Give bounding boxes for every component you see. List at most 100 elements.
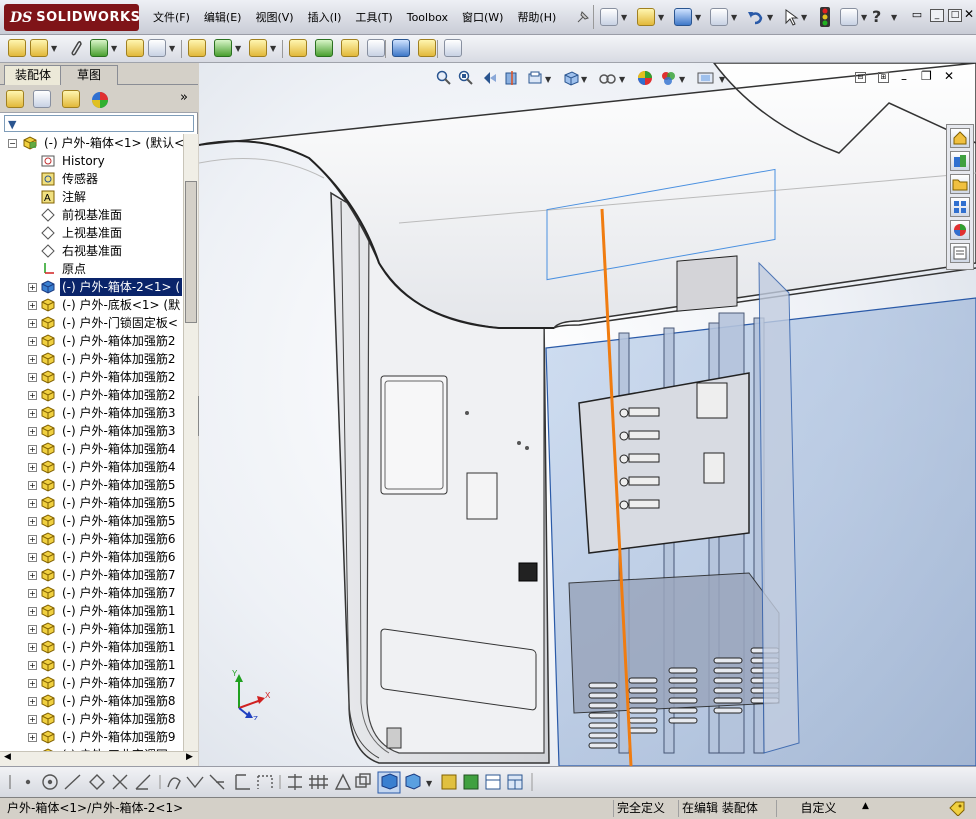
status-units[interactable]: 自定义 — [776, 800, 860, 817]
edit-appearance-icon[interactable] — [637, 70, 653, 86]
polygon-tool-icon[interactable] — [86, 771, 106, 793]
mate-paperclip-icon[interactable] — [66, 39, 84, 57]
component-properties-icon[interactable] — [440, 771, 458, 793]
expand-icon[interactable]: + — [28, 373, 37, 382]
viewport-tile-icon[interactable]: ⊞ — [878, 72, 889, 83]
shaded-display-icon[interactable] — [378, 771, 400, 793]
custom-properties-icon[interactable] — [950, 243, 970, 263]
rebuild-traffic-light-icon[interactable] — [818, 7, 832, 30]
menu-help[interactable]: 帮助(H) — [510, 10, 563, 26]
expand-icon[interactable]: + — [28, 535, 37, 544]
angle-tool-icon[interactable] — [134, 771, 154, 793]
new-motion-study-icon[interactable] — [289, 39, 307, 57]
viewport-restore-icon[interactable]: ❐ — [921, 69, 932, 83]
expand-icon[interactable]: + — [28, 301, 37, 310]
viewport-close-icon[interactable]: ✕ — [944, 69, 954, 83]
expand-icon[interactable]: + — [28, 625, 37, 634]
menu-tools[interactable]: 工具(T) — [348, 10, 399, 26]
zoom-to-fit-icon[interactable] — [436, 70, 452, 86]
expand-icon[interactable]: + — [28, 391, 37, 400]
spline-tool-icon[interactable] — [166, 771, 184, 793]
sketch-point-icon[interactable] — [20, 771, 36, 793]
smart-fasteners-icon[interactable] — [126, 39, 144, 57]
exploded-view-icon[interactable] — [341, 39, 359, 57]
save-icon[interactable] — [674, 8, 692, 26]
view-palette-icon[interactable] — [950, 197, 970, 217]
expand-icon[interactable]: + — [28, 517, 37, 526]
options-icon[interactable] — [840, 8, 858, 26]
trim-tool-icon[interactable] — [110, 771, 130, 793]
instant3d-icon[interactable] — [444, 39, 462, 57]
expand-icon[interactable]: + — [28, 427, 37, 436]
graphics-area[interactable]: ▼ ▼ ▼ ▼ ▼ ⊟ ⊞ – ❐ ✕ Y X Z — [199, 63, 976, 766]
assembly-tree-icon[interactable] — [462, 771, 480, 793]
close-icon[interactable]: ✕ — [963, 8, 975, 22]
expand-icon[interactable]: + — [28, 553, 37, 562]
expand-icon[interactable]: + — [28, 589, 37, 598]
maximize-icon[interactable]: □ — [948, 9, 962, 22]
solidworks-logo[interactable]: DS SOLIDWORKS — [4, 4, 140, 31]
grid-snap-icon[interactable] — [284, 771, 304, 793]
menu-file[interactable]: 文件(F) — [146, 10, 197, 26]
assembly-features-icon[interactable] — [214, 39, 232, 57]
corner-rectangle-icon[interactable] — [232, 771, 252, 793]
dynamic-annotation-icon[interactable] — [527, 70, 543, 86]
restore-icon[interactable]: ▭ — [910, 9, 924, 22]
expand-icon[interactable]: + — [28, 319, 37, 328]
units-dropdown-icon[interactable]: ▲ — [862, 801, 869, 811]
property-manager-icon[interactable] — [33, 90, 51, 108]
expand-icon[interactable]: + — [28, 463, 37, 472]
help-question-icon[interactable]: ? — [872, 7, 881, 26]
expand-icon[interactable]: + — [28, 409, 37, 418]
tab-assembly[interactable]: 装配体 — [4, 65, 63, 85]
insert-component-icon[interactable] — [8, 39, 26, 57]
expand-icon[interactable]: + — [28, 571, 37, 580]
view-orientation-icon[interactable] — [563, 70, 579, 86]
expand-icon[interactable]: + — [28, 697, 37, 706]
tab-sketch[interactable]: 草图 — [60, 65, 119, 85]
expand-icon[interactable]: + — [28, 445, 37, 454]
design-library-icon[interactable] — [950, 151, 970, 171]
clearance-verification-icon[interactable] — [418, 39, 436, 57]
undo-icon[interactable] — [746, 8, 764, 29]
display-manager-icon[interactable] — [90, 90, 110, 113]
zoom-to-area-icon[interactable] — [458, 70, 474, 86]
viewport-minimize-icon[interactable]: – — [901, 72, 907, 86]
grid-icon[interactable] — [306, 771, 330, 793]
menu-edit[interactable]: 编辑(E) — [197, 10, 249, 26]
layout-icon[interactable] — [484, 771, 502, 793]
reference-geometry-icon[interactable] — [249, 39, 267, 57]
feature-manager-icon[interactable] — [6, 90, 24, 108]
new-document-icon[interactable] — [600, 8, 618, 26]
configuration-manager-icon[interactable] — [62, 90, 80, 108]
display-mode-dropdown-icon[interactable] — [404, 771, 434, 793]
expand-icon[interactable]: + — [28, 355, 37, 364]
offset-tool-icon[interactable] — [208, 771, 226, 793]
scroll-right-icon[interactable]: ▶ — [186, 752, 193, 762]
scroll-thumb[interactable] — [185, 181, 197, 323]
section-view-icon[interactable] — [504, 70, 520, 86]
tree-horizontal-scrollbar[interactable]: ◀ ▶ — [0, 751, 198, 766]
scene-icon[interactable] — [660, 70, 676, 86]
expand-icon[interactable]: + — [28, 607, 37, 616]
file-explorer-icon[interactable] — [950, 174, 970, 194]
centerline-tool-icon[interactable] — [186, 771, 204, 793]
new-part-icon[interactable] — [30, 39, 48, 57]
expand-panel-icon[interactable]: » — [180, 90, 188, 105]
view-settings-icon[interactable] — [697, 70, 714, 86]
show-hidden-components-icon[interactable] — [188, 39, 206, 57]
viewport-split-icon[interactable]: ⊟ — [855, 72, 866, 83]
expand-icon[interactable]: + — [28, 679, 37, 688]
select-arrow-icon[interactable] — [782, 8, 800, 29]
menu-toolbox[interactable]: Toolbox — [400, 10, 455, 26]
table-icon[interactable] — [506, 771, 524, 793]
expand-icon[interactable]: + — [28, 499, 37, 508]
explode-line-sketch-icon[interactable] — [367, 39, 385, 57]
open-folder-icon[interactable] — [637, 8, 655, 26]
line-tool-icon[interactable] — [62, 771, 82, 793]
tag-icon[interactable] — [948, 800, 966, 819]
print-icon[interactable] — [710, 8, 728, 26]
move-component-icon[interactable] — [148, 39, 166, 57]
tree-filter-input[interactable]: ▼ — [4, 115, 194, 132]
expand-icon[interactable]: + — [28, 733, 37, 742]
